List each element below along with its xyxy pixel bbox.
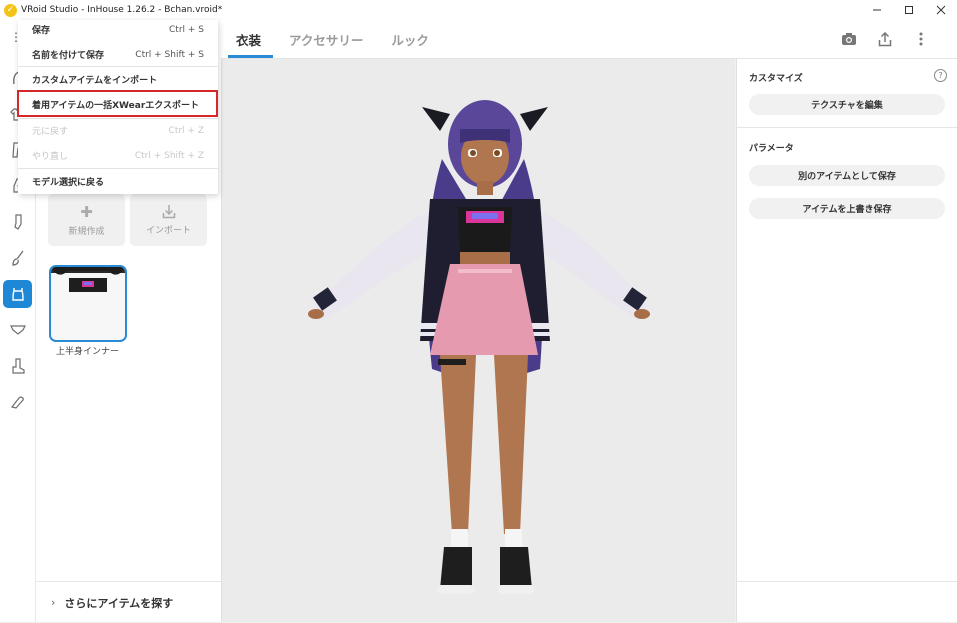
menu-item-save-as[interactable]: 名前を付けて保存 Ctrl + Shift + S bbox=[18, 42, 218, 67]
window-controls bbox=[861, 0, 957, 20]
find-more-label: さらにアイテムを探す bbox=[64, 596, 174, 610]
item-label: 上半身インナー bbox=[56, 347, 120, 357]
avatar-model-render bbox=[308, 100, 650, 594]
top-inner-category-icon[interactable] bbox=[3, 280, 32, 308]
close-icon bbox=[936, 5, 946, 15]
panel-divider-bottom bbox=[737, 581, 957, 582]
underwear-category-icon[interactable] bbox=[3, 316, 32, 344]
menu-item-import-custom-item[interactable]: カスタムアイテムをインポート bbox=[18, 67, 218, 92]
maximize-icon bbox=[905, 6, 913, 14]
help-icon[interactable]: ? bbox=[934, 69, 947, 82]
menu-item-label: 保存 bbox=[32, 26, 51, 36]
menu-item-back-to-model-select[interactable]: モデル選択に戻る bbox=[18, 169, 218, 194]
menu-item-label: 名前を付けて保存 bbox=[32, 51, 105, 61]
menu-item-shortcut: Ctrl + Z bbox=[168, 125, 204, 136]
menu-item-xwear-bulk-export[interactable]: 着用アイテムの一括XWearエクスポート bbox=[18, 92, 218, 117]
find-more-items-link[interactable]: › さらにアイテムを探す bbox=[36, 581, 221, 623]
menu-item-label: 元に戻す bbox=[32, 127, 69, 137]
shoe-category-icon[interactable] bbox=[3, 352, 32, 380]
download-icon bbox=[162, 205, 175, 219]
camera-icon[interactable] bbox=[838, 28, 860, 50]
minimize-icon bbox=[873, 9, 881, 11]
brush-category-icon[interactable] bbox=[3, 244, 32, 272]
maximize-button[interactable] bbox=[893, 0, 925, 20]
menu-item-shortcut: Ctrl + S bbox=[169, 24, 204, 35]
close-button[interactable] bbox=[925, 0, 957, 20]
accessory-category-icon[interactable] bbox=[3, 388, 32, 416]
menu-item-shortcut: Ctrl + Shift + Z bbox=[134, 150, 204, 161]
tab-look[interactable]: ルック bbox=[377, 20, 443, 58]
save-as-new-item-button[interactable]: 別のアイテムとして保存 bbox=[749, 165, 945, 186]
model-viewport[interactable] bbox=[222, 59, 735, 622]
inner-top-thumbnail-image bbox=[51, 267, 125, 292]
panel-divider bbox=[737, 127, 957, 128]
customize-heading: カスタマイズ bbox=[749, 74, 803, 84]
import-item-button[interactable]: インポート bbox=[130, 194, 207, 246]
menu-item-redo[interactable]: やり直し Ctrl + Shift + Z bbox=[18, 143, 218, 168]
menu-item-label: カスタムアイテムをインポート bbox=[32, 76, 158, 86]
chevron-right-icon: › bbox=[51, 596, 56, 609]
edit-texture-button[interactable]: テクスチャを編集 bbox=[749, 94, 945, 115]
menu-item-undo[interactable]: 元に戻す Ctrl + Z bbox=[18, 118, 218, 143]
properties-panel: カスタマイズ ? テクスチャを編集 パラメータ 別のアイテムとして保存 アイテム… bbox=[736, 59, 957, 622]
export-icon[interactable] bbox=[874, 28, 896, 50]
tab-bar: 衣装 アクセサリー ルック bbox=[222, 20, 443, 58]
menu-item-label: モデル選択に戻る bbox=[32, 178, 105, 188]
parameters-heading: パラメータ bbox=[749, 144, 794, 154]
tab-clothing[interactable]: 衣装 bbox=[222, 20, 275, 58]
menu-item-label: やり直し bbox=[32, 152, 69, 162]
item-thumbnail[interactable] bbox=[49, 265, 127, 342]
window-title: VRoid Studio - InHouse 1.26.2 - Bchan.vr… bbox=[21, 5, 223, 15]
app-logo-icon: ✓ bbox=[4, 3, 17, 17]
menu-item-save[interactable]: 保存 Ctrl + S bbox=[18, 17, 218, 42]
plus-icon: ✚ bbox=[80, 202, 93, 221]
sock-category-icon[interactable] bbox=[3, 208, 32, 236]
menu-item-shortcut: Ctrl + Shift + S bbox=[135, 49, 204, 60]
new-item-label: 新規作成 bbox=[68, 226, 105, 237]
import-item-label: インポート bbox=[145, 226, 191, 236]
tab-accessory[interactable]: アクセサリー bbox=[275, 20, 377, 58]
menu-item-label: 着用アイテムの一括XWearエクスポート bbox=[32, 101, 199, 111]
minimize-button[interactable] bbox=[861, 0, 893, 20]
new-item-button[interactable]: ✚ 新規作成 bbox=[48, 194, 125, 246]
overwrite-item-button[interactable]: アイテムを上書き保存 bbox=[749, 198, 945, 219]
file-menu: 保存 Ctrl + S 名前を付けて保存 Ctrl + Shift + S カス… bbox=[17, 17, 218, 194]
more-vertical-icon[interactable] bbox=[910, 28, 932, 50]
